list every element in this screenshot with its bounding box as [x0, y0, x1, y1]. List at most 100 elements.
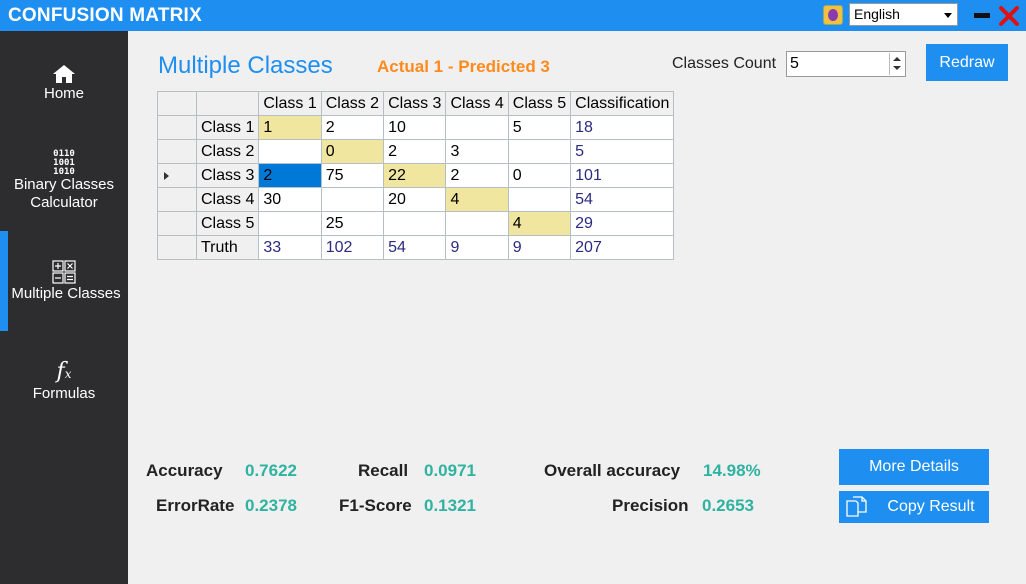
classification-sum-cell: 29	[570, 211, 675, 236]
truth-sum-cell: 33	[258, 235, 322, 260]
copy-result-button[interactable]: Copy Result	[839, 491, 989, 523]
matrix-cell[interactable]	[445, 115, 509, 140]
matrix-cell[interactable]	[507, 139, 572, 164]
table-row[interactable]: Class 1 1 2 10 5 18	[157, 115, 675, 140]
sidebar-item-binary-classes[interactable]: 0110 1001 1010 Binary Classes Calculator	[0, 131, 128, 231]
matrix-cell[interactable]	[507, 187, 572, 212]
row-label: Class 1	[195, 115, 260, 140]
home-icon	[53, 65, 75, 83]
matrix-cell[interactable]: 0	[507, 163, 572, 188]
errorrate-value: 0.2378	[245, 496, 297, 515]
table-row[interactable]: Class 5 25 4 29	[157, 211, 675, 236]
matrix-cell[interactable]	[383, 211, 447, 236]
matrix-cell[interactable]: 2	[445, 163, 509, 188]
matrix-cell-selected[interactable]: 2	[258, 163, 322, 188]
redraw-button[interactable]: Redraw	[926, 44, 1008, 81]
matrix-cell[interactable]: 10	[383, 115, 447, 140]
chevron-down-icon[interactable]	[893, 66, 901, 70]
precision-value: 0.2653	[702, 496, 754, 515]
row-header-cell[interactable]	[157, 235, 197, 260]
matrix-cell[interactable]	[320, 187, 385, 212]
row-header-cell	[157, 91, 197, 116]
matrix-cell[interactable]: 0	[320, 139, 385, 164]
truth-row[interactable]: Truth 33 102 54 9 9 207	[157, 235, 675, 260]
matrix-cell[interactable]: 75	[320, 163, 385, 188]
matrix-cell[interactable]: 20	[383, 187, 447, 212]
matrix-cell[interactable]	[445, 211, 509, 236]
matrix-cell[interactable]: 4	[445, 187, 509, 212]
spinner[interactable]	[889, 53, 904, 75]
table-row[interactable]: Class 4 30 20 4 54	[157, 187, 675, 212]
classes-count-stepper[interactable]: 5	[786, 51, 906, 77]
table-row[interactable]: Class 2 0 2 3 5	[157, 139, 675, 164]
selection-subtitle: Actual 1 - Predicted 3	[377, 57, 550, 76]
language-icon	[823, 5, 843, 25]
matrix-cell[interactable]: 1	[258, 115, 322, 140]
classification-sum-cell: 18	[570, 115, 675, 140]
overall-accuracy-label: Overall accuracy	[544, 461, 681, 480]
page-title: Multiple Classes	[158, 52, 333, 79]
sidebar-item-home[interactable]: Home	[0, 31, 128, 131]
classes-count-label: Classes Count	[672, 55, 777, 72]
column-header[interactable]: Class 5	[507, 91, 572, 116]
truth-sum-cell: 9	[445, 235, 509, 260]
matrix-cell[interactable]: 25	[320, 211, 385, 236]
close-icon[interactable]	[998, 5, 1020, 27]
column-header[interactable]: Class 1	[258, 91, 322, 116]
matrix-cell[interactable]	[258, 211, 322, 236]
truth-sum-cell: 207	[570, 235, 675, 260]
overall-accuracy-value: 14.98%	[703, 461, 761, 480]
row-header-cell[interactable]	[157, 187, 197, 212]
language-select-value: English	[854, 6, 900, 22]
truth-sum-cell: 54	[383, 235, 447, 260]
recall-value: 0.0971	[424, 461, 476, 480]
sidebar-item-label: Binary Classes Calculator	[13, 176, 115, 211]
app-title: CONFUSION MATRIX	[8, 5, 202, 26]
row-header-cell[interactable]	[157, 139, 197, 164]
sidebar-item-label: Home	[43, 85, 84, 102]
title-bar: CONFUSION MATRIX English	[0, 0, 1026, 31]
language-select[interactable]: English	[849, 3, 958, 26]
calculator-icon	[52, 260, 76, 284]
column-header[interactable]: Class 4	[445, 91, 509, 116]
matrix-cell[interactable]: 4	[507, 211, 572, 236]
matrix-cell[interactable]: 2	[320, 115, 385, 140]
sidebar-item-label: Formulas	[32, 385, 96, 402]
sidebar-item-label: Multiple Classes	[11, 285, 121, 302]
row-label: Class 5	[195, 211, 260, 236]
errorrate-label: ErrorRate	[156, 496, 235, 515]
classification-sum-cell: 5	[570, 139, 675, 164]
sidebar: Home 0110 1001 1010 Binary Classes Calcu…	[0, 31, 128, 584]
row-label: Truth	[195, 235, 260, 260]
matrix-cell[interactable]: 22	[383, 163, 447, 188]
matrix-cell[interactable]: 5	[507, 115, 572, 140]
row-header-cell[interactable]	[157, 115, 197, 140]
truth-sum-cell: 102	[320, 235, 385, 260]
row-label: Class 4	[195, 187, 260, 212]
row-label: Class 2	[195, 139, 260, 164]
confusion-matrix-grid[interactable]: Class 1 Class 2 Class 3 Class 4 Class 5 …	[157, 91, 675, 260]
classification-sum-cell: 54	[570, 187, 675, 212]
row-header-cell[interactable]	[157, 163, 197, 188]
table-row-selected[interactable]: Class 3 2 75 22 2 0 101	[157, 163, 675, 188]
copy-result-label: Copy Result	[887, 498, 975, 515]
matrix-cell[interactable]	[258, 139, 322, 164]
minimize-button[interactable]	[974, 13, 990, 18]
column-header[interactable]: Class 3	[383, 91, 447, 116]
header-row: Class 1 Class 2 Class 3 Class 4 Class 5 …	[157, 91, 675, 116]
sidebar-item-formulas[interactable]: fx Formulas	[0, 331, 128, 431]
chevron-up-icon[interactable]	[893, 57, 901, 61]
column-header[interactable]: Class 2	[320, 91, 385, 116]
more-details-button[interactable]: More Details	[839, 449, 989, 485]
f1-score-label: F1-Score	[339, 496, 412, 515]
column-header[interactable]: Classification	[570, 91, 675, 116]
row-header-cell[interactable]	[157, 211, 197, 236]
accuracy-label: Accuracy	[146, 461, 223, 480]
current-row-icon	[164, 171, 169, 180]
row-label: Class 3	[195, 163, 260, 188]
matrix-cell[interactable]: 30	[258, 187, 322, 212]
matrix-cell[interactable]: 2	[383, 139, 447, 164]
sidebar-item-multiple-classes[interactable]: Multiple Classes	[0, 231, 128, 331]
copy-icon	[846, 496, 867, 517]
matrix-cell[interactable]: 3	[445, 139, 509, 164]
